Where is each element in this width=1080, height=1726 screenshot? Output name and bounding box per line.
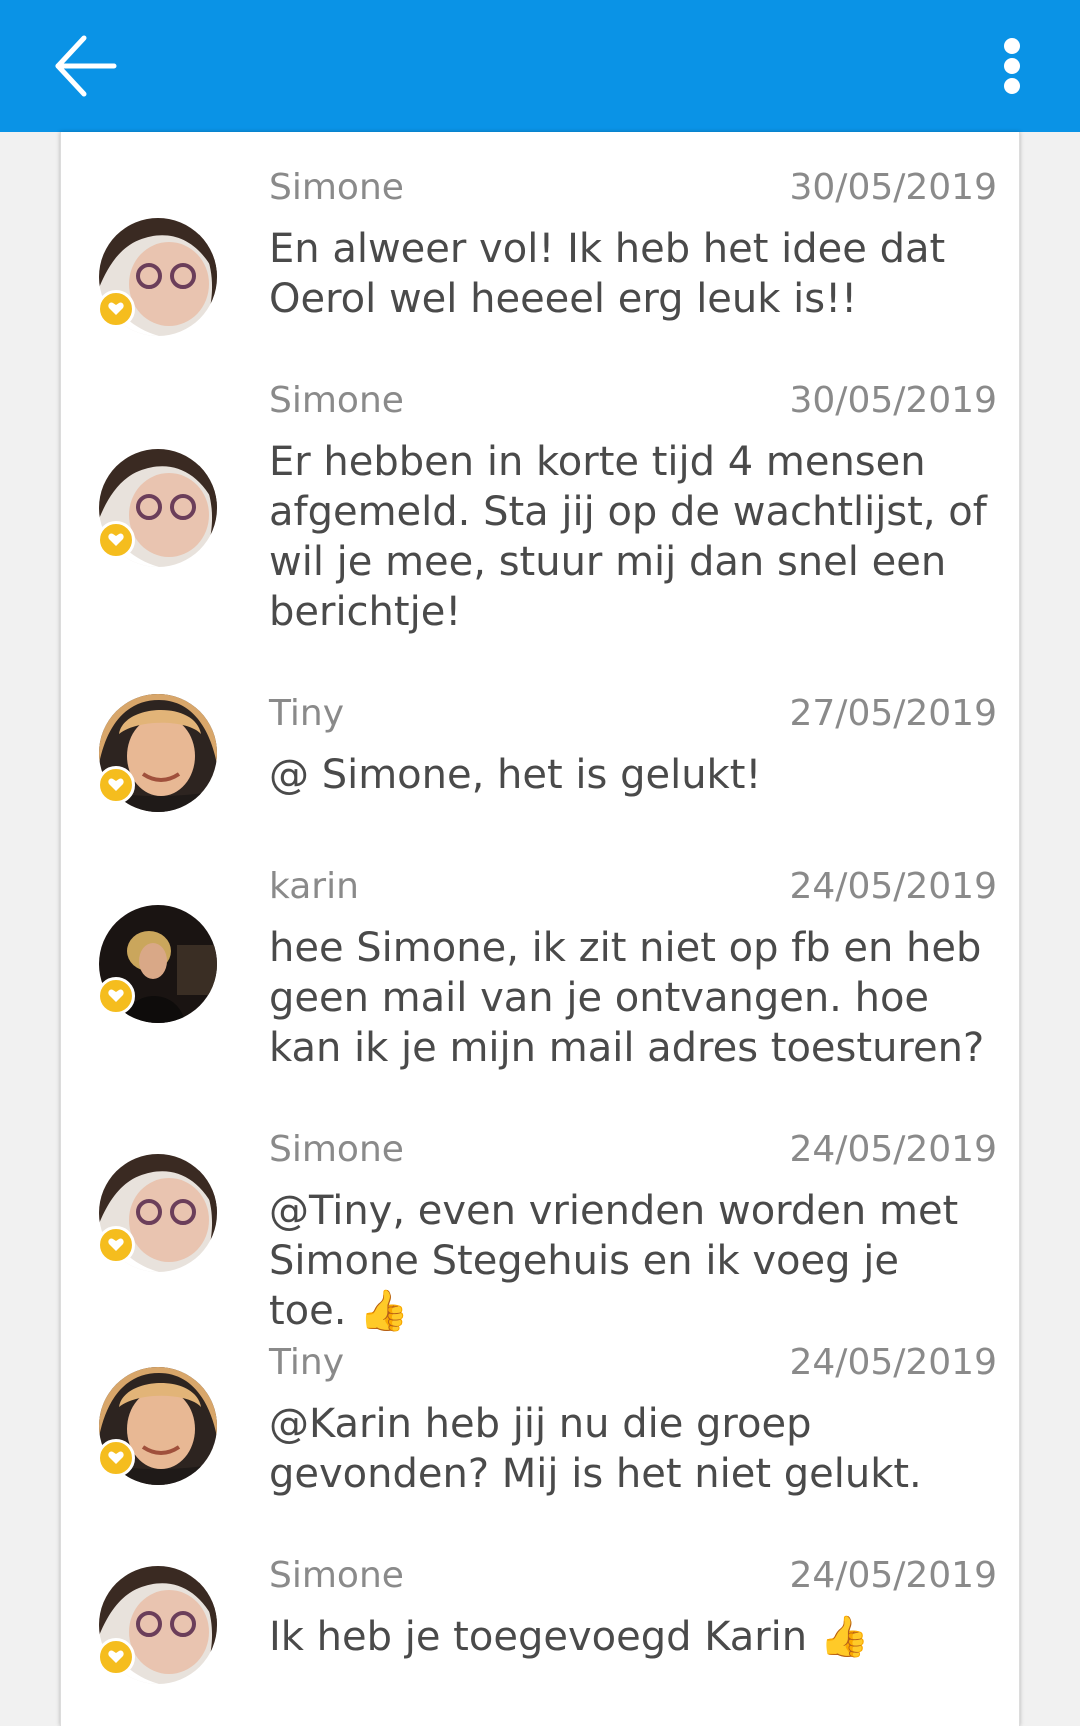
message-text: Ik heb je toegevoegd Karin 👍 xyxy=(269,1614,870,1660)
heart-icon xyxy=(108,1650,124,1663)
message-text: En alweer vol! Ik heb het idee dat Oerol… xyxy=(269,226,946,322)
member-badge xyxy=(97,1226,135,1264)
sender-name: Simone xyxy=(269,380,404,421)
member-badge xyxy=(97,1638,135,1676)
message-item[interactable]: Simone 30/05/2019 Er hebben in korte tij… xyxy=(61,379,1021,649)
sender-name: Simone xyxy=(269,1129,404,1170)
message-item[interactable]: Tiny 27/05/2019 @ Simone, het is gelukt! xyxy=(61,692,1021,832)
member-badge xyxy=(97,1439,135,1477)
message-date: 24/05/2019 xyxy=(789,1129,998,1170)
heart-icon xyxy=(108,778,124,791)
message-item[interactable]: Simone 30/05/2019 En alweer vol! Ik heb … xyxy=(61,166,1021,346)
back-button[interactable] xyxy=(48,26,128,106)
more-vertical-icon xyxy=(1004,38,1020,94)
message-item[interactable]: Tiny 24/05/2019 @Karin heb jij nu die gr… xyxy=(61,1341,1021,1521)
member-badge xyxy=(97,766,135,804)
message-list[interactable]: Simone 30/05/2019 En alweer vol! Ik heb … xyxy=(60,132,1020,1726)
sender-name: Tiny xyxy=(269,693,345,734)
message-item[interactable]: Simone 24/05/2019 @Tiny, even vrienden w… xyxy=(61,1128,1021,1334)
message-date: 30/05/2019 xyxy=(789,380,998,421)
message-text: @Karin heb jij nu die groep gevonden? Mi… xyxy=(269,1401,922,1497)
sender-name: Simone xyxy=(269,167,404,208)
message-date: 24/05/2019 xyxy=(789,1555,998,1596)
more-options-button[interactable] xyxy=(982,26,1042,106)
member-badge xyxy=(97,290,135,328)
heart-icon xyxy=(108,302,124,315)
member-badge xyxy=(97,977,135,1015)
heart-icon xyxy=(108,989,124,1002)
message-text: Er hebben in korte tijd 4 mensen afgemel… xyxy=(269,439,987,635)
sender-name: Tiny xyxy=(269,1342,345,1383)
sender-name: karin xyxy=(269,866,359,907)
arrow-left-icon xyxy=(55,35,117,97)
message-item[interactable]: karin 24/05/2019 hee Simone, ik zit niet… xyxy=(61,865,1021,1095)
message-date: 30/05/2019 xyxy=(789,167,998,208)
heart-icon xyxy=(108,1238,124,1251)
heart-icon xyxy=(108,1451,124,1464)
message-date: 24/05/2019 xyxy=(789,1342,998,1383)
member-badge xyxy=(97,521,135,559)
heart-icon xyxy=(108,533,124,546)
app-bar xyxy=(0,0,1080,132)
message-text: @Tiny, even vrienden worden met Simone S… xyxy=(269,1188,959,1334)
message-text: hee Simone, ik zit niet op fb en heb gee… xyxy=(269,925,985,1071)
message-date: 24/05/2019 xyxy=(789,866,998,907)
message-item[interactable]: Simone 24/05/2019 Ik heb je toegevoegd K… xyxy=(61,1554,1021,1714)
message-text: @ Simone, het is gelukt! xyxy=(269,752,762,798)
sender-name: Simone xyxy=(269,1555,404,1596)
message-date: 27/05/2019 xyxy=(789,693,998,734)
